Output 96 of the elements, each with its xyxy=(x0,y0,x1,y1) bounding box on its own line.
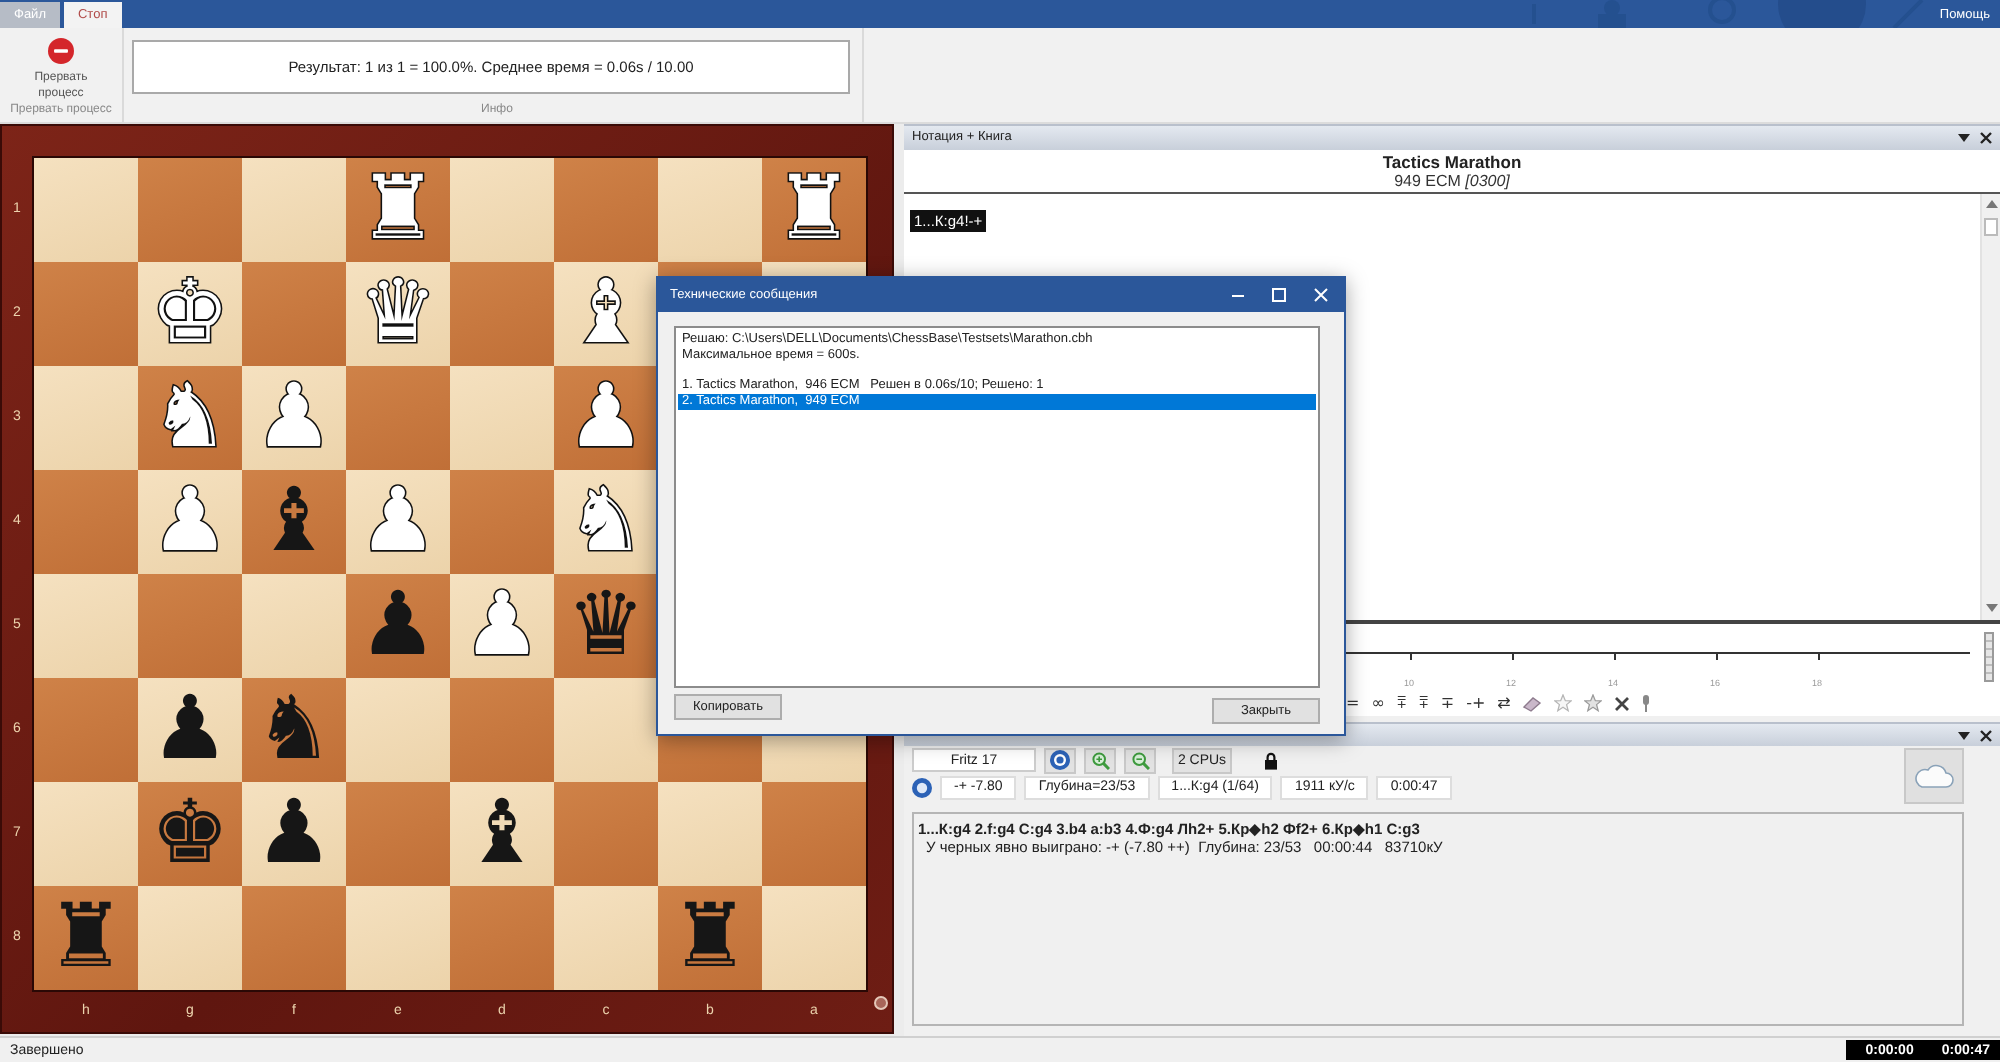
board-square[interactable] xyxy=(34,470,138,574)
dropdown-caret-icon[interactable] xyxy=(1958,134,1970,142)
scroll-up-icon[interactable] xyxy=(1985,200,1997,208)
cloud-button[interactable] xyxy=(1904,748,1964,804)
board-square[interactable] xyxy=(34,158,138,262)
board-square[interactable] xyxy=(242,886,346,990)
board-square[interactable] xyxy=(554,782,658,886)
board-square[interactable] xyxy=(242,262,346,366)
chess-piece[interactable]: ♝ xyxy=(462,790,542,878)
star-icon[interactable] xyxy=(1584,694,1603,712)
cloud-icon xyxy=(1914,764,1954,788)
minimize-icon[interactable] xyxy=(1232,289,1244,301)
close-icon[interactable] xyxy=(1980,132,1992,144)
board-square[interactable]: ♟ xyxy=(138,678,242,782)
board-square[interactable] xyxy=(450,158,554,262)
board-square[interactable] xyxy=(554,886,658,990)
game-subtitle: 949 ECM [0300] xyxy=(1394,171,1510,191)
board-square[interactable]: ♜ xyxy=(658,886,762,990)
scroll-down-icon[interactable] xyxy=(1985,604,1997,612)
chess-piece[interactable]: ♟ xyxy=(150,686,230,774)
chess-piece[interactable]: ♜ xyxy=(774,166,854,254)
game-title: Tactics Marathon xyxy=(1382,151,1522,171)
board-square[interactable]: ♜ xyxy=(34,886,138,990)
board-square[interactable] xyxy=(34,366,138,470)
board-square[interactable] xyxy=(346,678,450,782)
lock-icon[interactable] xyxy=(1264,751,1278,769)
chess-piece[interactable]: ♟ xyxy=(566,374,646,462)
dropdown-caret-icon[interactable] xyxy=(1958,731,1970,739)
circle-icon[interactable] xyxy=(873,996,887,1010)
board-square[interactable] xyxy=(34,782,138,886)
annotation-symbol[interactable]: ⇄ xyxy=(1497,694,1511,712)
board-square[interactable]: ♛ xyxy=(554,574,658,678)
graph-scrollbar[interactable] xyxy=(1984,632,1994,682)
chess-piece[interactable]: ♜ xyxy=(670,894,750,982)
annotation-symbol[interactable]: ⩱ xyxy=(1396,694,1407,712)
star-icon[interactable] xyxy=(1554,694,1573,712)
board-square[interactable]: ♚ xyxy=(138,782,242,886)
board-square[interactable] xyxy=(242,574,346,678)
board-square[interactable] xyxy=(138,574,242,678)
board-square[interactable]: ♜ xyxy=(346,158,450,262)
annotation-symbol[interactable]: ∓ xyxy=(1440,694,1455,712)
chess-piece[interactable]: ♞ xyxy=(150,374,230,462)
chess-piece[interactable]: ♝ xyxy=(254,478,334,566)
zoom-in-button[interactable] xyxy=(1084,747,1116,773)
zoom-in-icon xyxy=(1091,751,1109,769)
annotation-symbol[interactable]: -+ xyxy=(1466,694,1486,712)
board-square[interactable] xyxy=(34,574,138,678)
board-square[interactable]: ♟ xyxy=(242,782,346,886)
board-square[interactable]: ♞ xyxy=(242,678,346,782)
ring-icon xyxy=(1050,750,1070,770)
board-square[interactable] xyxy=(450,886,554,990)
no-entry-sign-icon xyxy=(48,38,74,64)
board-square[interactable] xyxy=(658,158,762,262)
annotation-symbol[interactable]: = xyxy=(1346,694,1360,712)
board-square[interactable] xyxy=(138,158,242,262)
board-square[interactable] xyxy=(346,782,450,886)
chess-piece[interactable]: ♜ xyxy=(46,894,126,982)
board-square[interactable]: ♝ xyxy=(242,470,346,574)
annotation-symbol[interactable]: ⩱ xyxy=(1418,694,1429,712)
chess-piece[interactable]: ♛ xyxy=(566,582,646,670)
pin-icon[interactable] xyxy=(1642,694,1651,712)
board-square[interactable] xyxy=(138,886,242,990)
zoom-out-icon xyxy=(1131,751,1149,769)
board-square[interactable] xyxy=(658,782,762,886)
board-square[interactable]: ♝ xyxy=(450,782,554,886)
annotation-symbol[interactable]: ∞ xyxy=(1371,694,1385,712)
maximize-icon[interactable] xyxy=(1272,288,1286,302)
scroll-thumb[interactable] xyxy=(1984,218,1998,236)
board-square[interactable]: ♟ xyxy=(346,574,450,678)
board-square[interactable] xyxy=(762,782,866,886)
board-square[interactable]: ♞ xyxy=(138,366,242,470)
eraser-icon[interactable] xyxy=(1522,695,1543,711)
board-square[interactable] xyxy=(346,886,450,990)
ring-icon[interactable] xyxy=(912,778,932,798)
board-square[interactable] xyxy=(450,678,554,782)
board-square[interactable] xyxy=(346,366,450,470)
cross-icon[interactable] xyxy=(1614,695,1631,711)
chess-piece[interactable]: ♞ xyxy=(254,686,334,774)
chess-piece[interactable]: ♟ xyxy=(254,790,334,878)
close-icon[interactable] xyxy=(1980,729,1992,741)
board-square[interactable] xyxy=(450,366,554,470)
board-square[interactable] xyxy=(554,678,658,782)
board-square[interactable] xyxy=(34,262,138,366)
engine-start-button[interactable] xyxy=(1044,747,1076,773)
board-square[interactable]: ♜ xyxy=(762,158,866,262)
board-square[interactable] xyxy=(34,678,138,782)
board-square[interactable] xyxy=(554,158,658,262)
chess-piece[interactable]: ♚ xyxy=(150,790,230,878)
zoom-out-button[interactable] xyxy=(1124,747,1156,773)
chess-piece[interactable]: ♟ xyxy=(358,582,438,670)
chess-piece[interactable]: ♜ xyxy=(358,166,438,254)
vertical-scrollbar[interactable] xyxy=(1980,194,2000,620)
board-square[interactable] xyxy=(450,470,554,574)
board-square[interactable]: ♟ xyxy=(554,366,658,470)
board-square[interactable] xyxy=(450,262,554,366)
board-square[interactable] xyxy=(242,158,346,262)
